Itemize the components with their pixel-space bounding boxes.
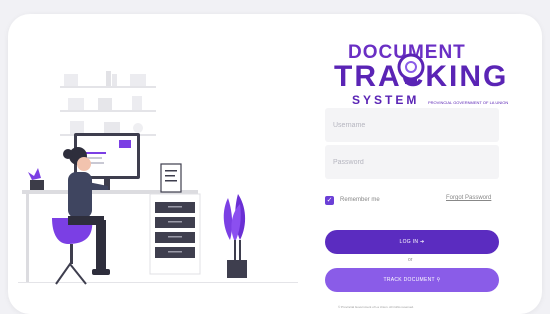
arrow-right-icon: ➔ [419, 239, 425, 245]
login-label: LOG IN [399, 239, 419, 245]
office-illustration [18, 71, 298, 285]
drawer-cabinet [149, 193, 201, 275]
forgot-password-link[interactable]: Forgot Password [446, 195, 491, 201]
logo-tagline: PROVINCIAL GOVERNMENT OF LA UNION [428, 100, 509, 105]
remember-checkbox[interactable]: ✓ [325, 195, 334, 205]
remember-label: Remember me [340, 197, 380, 203]
document-stand [160, 163, 182, 193]
location-pin-icon: ⚲ [436, 277, 441, 283]
document-tracking-logo: DOCUMENT TRACKING SYSTEM PROVINCIAL GOVE… [334, 42, 508, 112]
login-button[interactable]: LOG IN ➔ [325, 230, 499, 254]
username-input[interactable] [325, 108, 499, 142]
track-document-button[interactable]: TRACK DOCUMENT ⚲ [325, 268, 499, 292]
shelves [60, 71, 156, 136]
desk-plant [28, 168, 44, 190]
logo-line-3: SYSTEM [352, 93, 420, 107]
track-label: TRACK DOCUMENT [383, 277, 435, 283]
password-input[interactable] [325, 145, 499, 179]
remember-me[interactable]: ✓ Remember me [325, 194, 380, 206]
or-divider: or [408, 257, 413, 263]
floor-plant [223, 194, 247, 278]
office-chair [52, 218, 93, 285]
floor-line [18, 282, 298, 283]
login-card: DOCUMENT TRACKING SYSTEM PROVINCIAL GOVE… [8, 14, 542, 314]
lightbulb-icon [397, 53, 425, 84]
